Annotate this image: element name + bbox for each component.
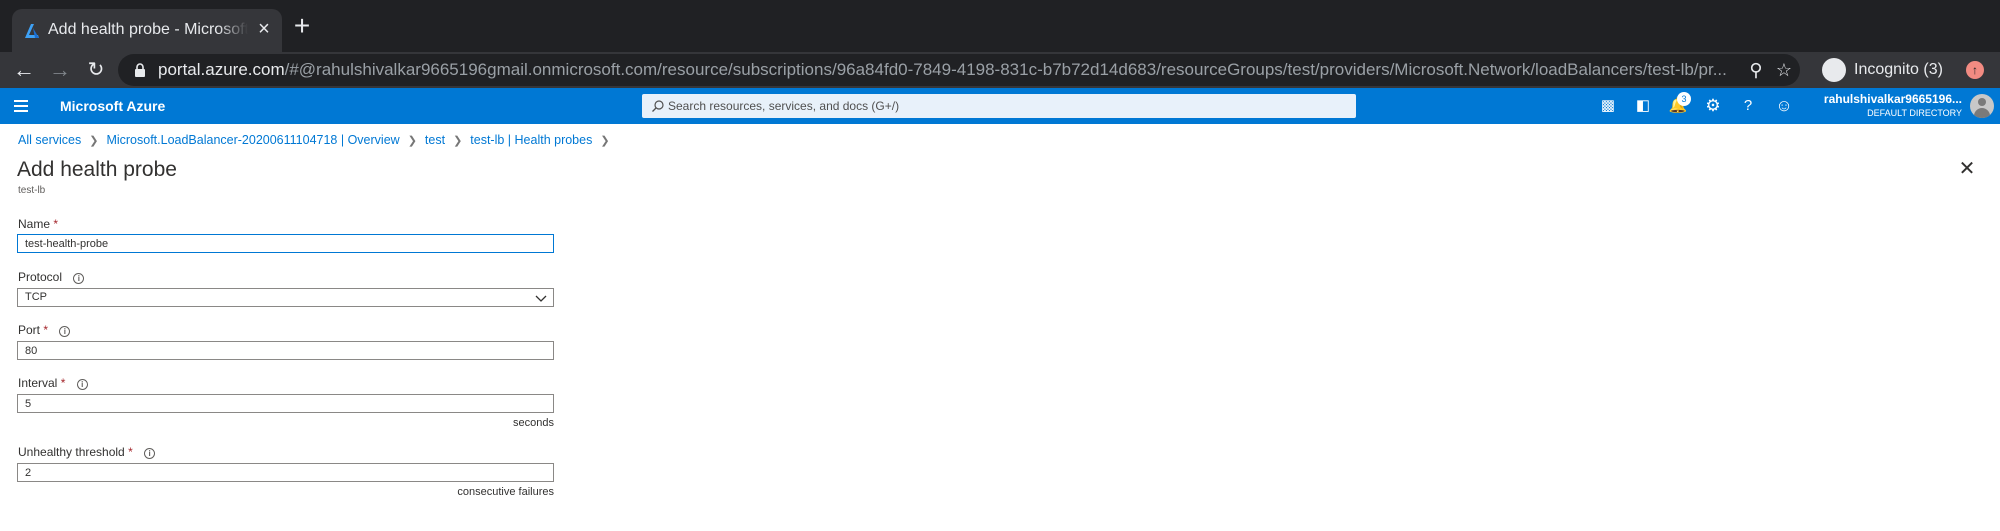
name-label: Name * xyxy=(18,217,58,231)
account-menu[interactable]: rahulshivalkar9665196... DEFAULT DIRECTO… xyxy=(1810,92,1962,118)
info-icon[interactable]: i xyxy=(144,448,156,459)
cloud-shell-icon[interactable]: ▩ xyxy=(1598,96,1618,116)
browser-tab[interactable]: Add health probe - Microsoft Azure × xyxy=(12,9,282,52)
url-host: portal.azure.com xyxy=(158,60,285,79)
page-subtitle: test-lb xyxy=(18,185,46,196)
url-text: portal.azure.com/#@rahulshivalkar9665196… xyxy=(158,60,1758,80)
port-label-text: Port xyxy=(18,323,41,337)
account-name: rahulshivalkar9665196... xyxy=(1823,92,1962,106)
global-search-box[interactable] xyxy=(642,94,1356,118)
protocol-label-text: Protocol xyxy=(18,270,63,284)
incognito-label: Incognito (3) xyxy=(1854,61,1943,78)
menu-hamburger-icon[interactable] xyxy=(12,96,32,116)
breadcrumb-health-probes[interactable]: test-lb | Health probes xyxy=(470,133,592,147)
threshold-unit: consecutive failures xyxy=(457,486,554,498)
protocol-label: Protocol i xyxy=(18,270,85,284)
forward-arrow-icon[interactable]: → xyxy=(48,58,72,82)
info-icon[interactable]: i xyxy=(59,326,71,337)
azure-top-bar: Microsoft Azure ▩ ◧ 🔔 3 ⚙ ? ☺ rahulshiva… xyxy=(0,88,2000,124)
help-icon[interactable]: ? xyxy=(1738,96,1758,116)
avatar[interactable] xyxy=(1970,94,1994,118)
chevron-down-icon xyxy=(535,295,547,302)
unhealthy-threshold-field[interactable] xyxy=(17,463,554,482)
protocol-dropdown[interactable]: TCP xyxy=(17,288,554,307)
directory-filter-icon[interactable]: ◧ xyxy=(1633,96,1653,116)
breadcrumb-all-services[interactable]: All services xyxy=(18,133,81,147)
required-asterisk: * xyxy=(60,376,66,390)
port-label: Port * i xyxy=(18,323,71,337)
azure-logo-icon xyxy=(25,24,39,38)
lock-icon xyxy=(135,63,145,77)
protocol-selected-value: TCP xyxy=(25,291,47,303)
zoom-search-icon[interactable]: ⚲ xyxy=(1746,60,1766,80)
notification-count-badge: 3 xyxy=(1677,92,1691,106)
account-directory: DEFAULT DIRECTORY xyxy=(1867,108,1962,118)
tab-close-icon[interactable]: × xyxy=(254,19,274,39)
chevron-right-icon: ❯ xyxy=(600,135,610,147)
interval-unit: seconds xyxy=(513,417,554,429)
settings-gear-icon[interactable]: ⚙ xyxy=(1703,96,1723,116)
chevron-right-icon: ❯ xyxy=(89,135,99,147)
breadcrumb-loadbalancer-overview[interactable]: Microsoft.LoadBalancer-20200611104718 | … xyxy=(106,133,399,147)
update-icon[interactable]: ↑ xyxy=(1966,61,1984,79)
new-tab-button[interactable]: + xyxy=(290,12,314,40)
required-asterisk: * xyxy=(53,217,59,231)
incognito-icon xyxy=(1822,58,1846,82)
address-bar[interactable]: portal.azure.com/#@rahulshivalkar9665196… xyxy=(118,54,1800,86)
bookmark-star-icon[interactable]: ☆ xyxy=(1774,60,1794,80)
name-field[interactable] xyxy=(17,234,554,253)
chevron-right-icon: ❯ xyxy=(453,135,463,147)
browser-tab-strip: Add health probe - Microsoft Azure × + xyxy=(0,0,2000,52)
chevron-right-icon: ❯ xyxy=(407,135,417,147)
info-icon[interactable]: i xyxy=(73,273,85,284)
feedback-smiley-icon[interactable]: ☺ xyxy=(1774,96,1794,116)
interval-label-text: Interval xyxy=(18,376,58,390)
url-path: /#@rahulshivalkar9665196gmail.onmicrosof… xyxy=(284,60,1727,79)
azure-brand[interactable]: Microsoft Azure xyxy=(60,98,165,114)
tab-title: Add health probe - Microsoft Azure xyxy=(48,21,248,39)
required-asterisk: * xyxy=(128,445,133,459)
interval-label: Interval * i xyxy=(18,376,88,390)
back-arrow-icon[interactable]: ← xyxy=(12,58,36,82)
interval-field[interactable] xyxy=(17,394,554,413)
search-input[interactable] xyxy=(668,97,1338,115)
close-icon[interactable]: ✕ xyxy=(1957,159,1977,179)
breadcrumb-test[interactable]: test xyxy=(425,133,445,147)
name-label-text: Name xyxy=(18,217,51,231)
threshold-label: Unhealthy threshold * i xyxy=(18,445,156,459)
breadcrumb: All services ❯ Microsoft.LoadBalancer-2020… xyxy=(18,133,618,147)
search-icon xyxy=(652,100,664,112)
threshold-label-text: Unhealthy threshold xyxy=(18,445,125,459)
incognito-indicator[interactable]: Incognito (3) xyxy=(1812,57,1962,83)
port-field[interactable] xyxy=(17,341,554,360)
reload-icon[interactable]: ↻ xyxy=(84,58,108,82)
info-icon[interactable]: i xyxy=(76,379,88,390)
page-title: Add health probe xyxy=(17,158,177,181)
required-asterisk: * xyxy=(43,323,49,337)
browser-toolbar: ← → ↻ portal.azure.com/#@rahulshivalkar9… xyxy=(0,52,2000,88)
